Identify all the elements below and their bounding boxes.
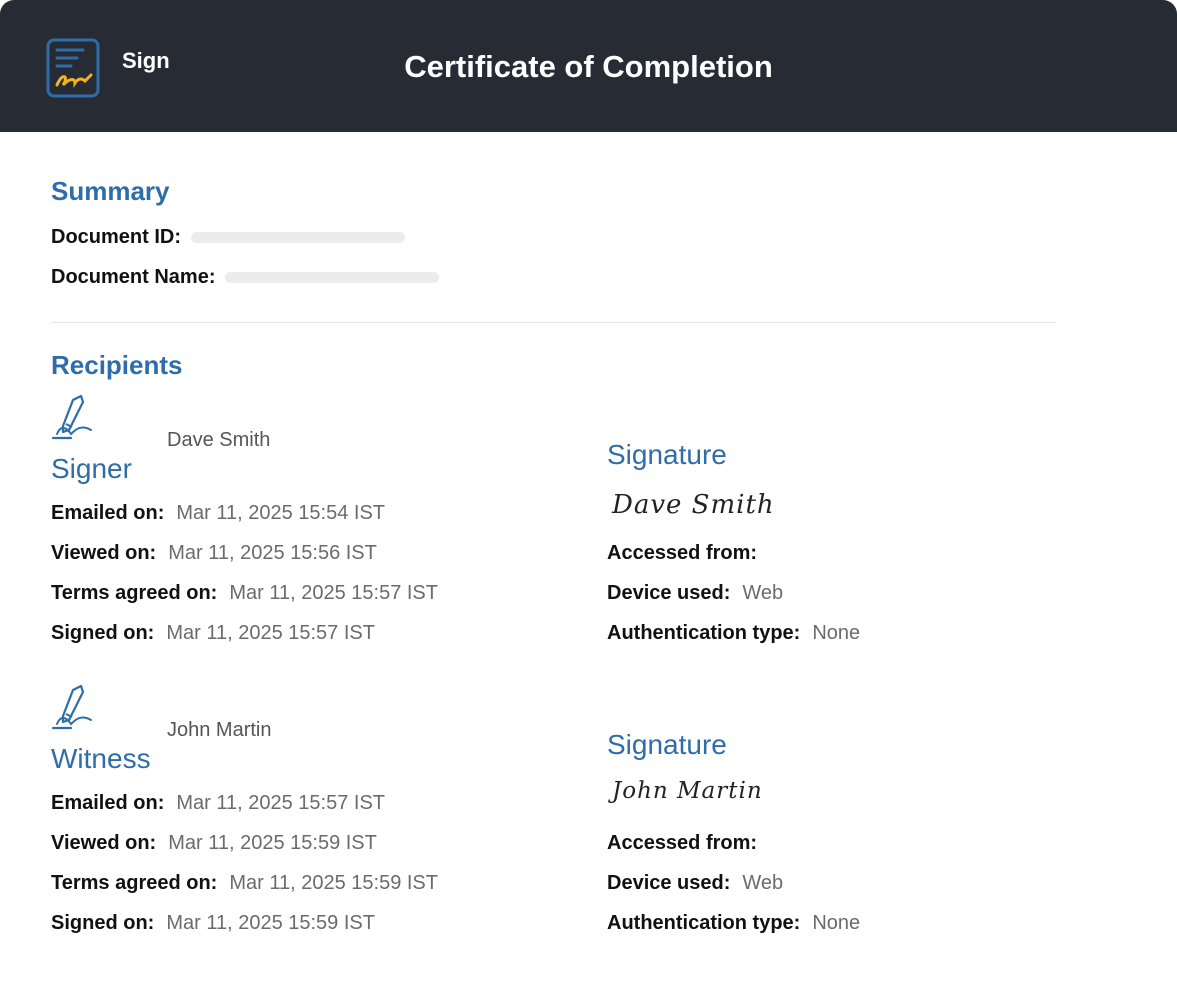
emailed-value: Mar 11, 2025 15:57 IST bbox=[176, 792, 386, 814]
signed-value: Mar 11, 2025 15:57 IST bbox=[166, 622, 375, 644]
page-title: Certificate of Completion bbox=[404, 49, 773, 84]
emailed-label: Emailed on: bbox=[51, 502, 165, 524]
certificate-header: Sign Certificate of Completion bbox=[0, 0, 1177, 132]
auth-row: Authentication type: None bbox=[607, 912, 860, 935]
terms-row: Terms agreed on: Mar 11, 2025 15:59 IST bbox=[51, 872, 438, 895]
accessed-row: Accessed from: bbox=[607, 832, 757, 855]
terms-value: Mar 11, 2025 15:57 IST bbox=[229, 582, 438, 604]
emailed-value: Mar 11, 2025 15:54 IST bbox=[176, 502, 386, 524]
viewed-label: Viewed on: bbox=[51, 542, 157, 564]
signature-image: Dave Smith bbox=[612, 490, 775, 520]
emailed-row: Emailed on: Mar 11, 2025 15:54 IST bbox=[51, 502, 385, 525]
accessed-label: Accessed from: bbox=[607, 832, 758, 854]
terms-value: Mar 11, 2025 15:59 IST bbox=[229, 872, 438, 894]
document-name-label: Document Name: bbox=[51, 266, 216, 288]
document-name-row: Document Name: bbox=[51, 266, 440, 289]
signed-label: Signed on: bbox=[51, 912, 155, 934]
viewed-row: Viewed on: Mar 11, 2025 15:59 IST bbox=[51, 832, 377, 855]
recipients-heading: Recipients bbox=[51, 350, 183, 380]
auth-value: None bbox=[812, 912, 861, 934]
viewed-row: Viewed on: Mar 11, 2025 15:56 IST bbox=[51, 542, 377, 565]
auth-label: Authentication type: bbox=[607, 912, 801, 934]
recipient-name: Dave Smith bbox=[167, 429, 271, 451]
device-label: Device used: bbox=[607, 872, 731, 894]
accessed-row: Accessed from: bbox=[607, 542, 757, 565]
pen-signing-icon bbox=[51, 684, 92, 730]
signed-label: Signed on: bbox=[51, 622, 155, 644]
recipient-role: Witness bbox=[51, 743, 151, 774]
viewed-label: Viewed on: bbox=[51, 832, 157, 854]
signature-heading: Signature bbox=[607, 439, 727, 470]
section-divider bbox=[51, 322, 1057, 323]
document-id-redacted bbox=[191, 232, 405, 244]
signed-row: Signed on: Mar 11, 2025 15:59 IST bbox=[51, 912, 375, 935]
signature-image: John Martin bbox=[612, 778, 763, 804]
terms-label: Terms agreed on: bbox=[51, 582, 218, 604]
recipient-role: Signer bbox=[51, 453, 132, 484]
terms-label: Terms agreed on: bbox=[51, 872, 218, 894]
document-id-row: Document ID: bbox=[51, 226, 405, 249]
emailed-row: Emailed on: Mar 11, 2025 15:57 IST bbox=[51, 792, 385, 815]
summary-heading: Summary bbox=[51, 176, 170, 206]
terms-row: Terms agreed on: Mar 11, 2025 15:57 IST bbox=[51, 582, 438, 605]
viewed-value: Mar 11, 2025 15:59 IST bbox=[168, 832, 377, 854]
auth-label: Authentication type: bbox=[607, 622, 801, 644]
signed-row: Signed on: Mar 11, 2025 15:57 IST bbox=[51, 622, 375, 645]
auth-row: Authentication type: None bbox=[607, 622, 860, 645]
viewed-value: Mar 11, 2025 15:56 IST bbox=[168, 542, 377, 564]
pen-signing-icon bbox=[51, 394, 92, 440]
device-value: Web bbox=[742, 582, 784, 604]
signature-heading: Signature bbox=[607, 729, 727, 760]
device-row: Device used: Web bbox=[607, 582, 783, 605]
signed-value: Mar 11, 2025 15:59 IST bbox=[166, 912, 375, 934]
document-name-redacted bbox=[225, 272, 440, 284]
document-id-label: Document ID: bbox=[51, 226, 181, 248]
emailed-label: Emailed on: bbox=[51, 792, 165, 814]
device-value: Web bbox=[742, 872, 784, 894]
device-row: Device used: Web bbox=[607, 872, 783, 895]
device-label: Device used: bbox=[607, 582, 731, 604]
recipient-name: John Martin bbox=[167, 719, 272, 741]
accessed-label: Accessed from: bbox=[607, 542, 758, 564]
auth-value: None bbox=[812, 622, 861, 644]
